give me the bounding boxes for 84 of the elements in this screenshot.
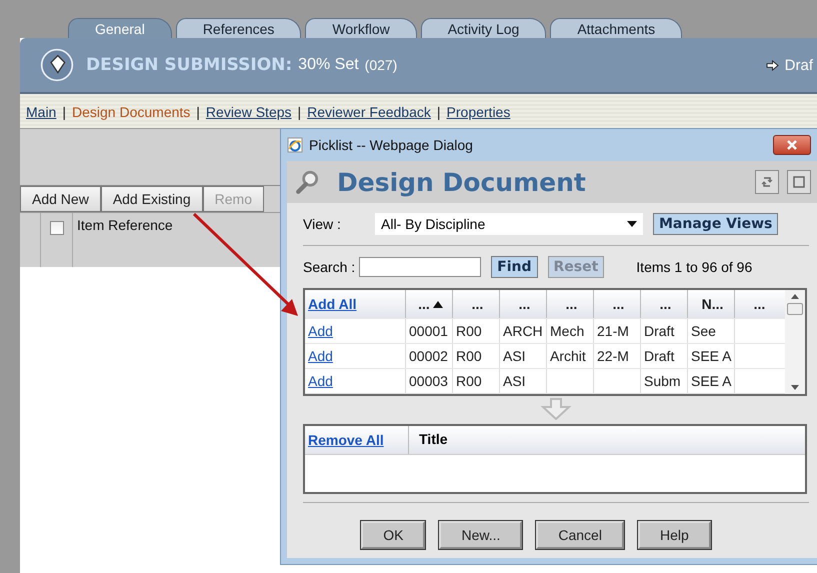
record-subtitle: 30% Set: [298, 56, 359, 74]
dialog-button[interactable]: New...: [439, 521, 522, 549]
nav-link[interactable]: Reviewer Feedback: [307, 104, 431, 120]
status-label: Draf: [784, 56, 813, 74]
refresh-icon: [760, 175, 774, 189]
column-header[interactable]: ...: [499, 290, 546, 318]
scrollbar[interactable]: [785, 290, 805, 394]
table-cell: ASI: [499, 369, 546, 393]
table-cell: Draft: [640, 344, 687, 368]
separator: |: [62, 104, 66, 120]
find-button[interactable]: Find: [491, 256, 538, 278]
search-field[interactable]: [359, 257, 482, 277]
add-link[interactable]: Add: [305, 369, 405, 393]
nav-link[interactable]: Design Documents: [72, 104, 190, 120]
column-header[interactable]: N...: [687, 290, 734, 318]
table-cell: 00003: [405, 369, 452, 393]
table-cell: Draft: [640, 319, 687, 343]
scroll-up-icon[interactable]: [791, 294, 799, 299]
table-cell: Subm: [640, 369, 687, 393]
column-header[interactable]: ...: [405, 290, 452, 318]
dialog-button[interactable]: Help: [638, 521, 711, 549]
tab[interactable]: Activity Log: [420, 18, 546, 38]
sort-ascending-icon: [432, 300, 443, 308]
refresh-button[interactable]: [755, 170, 779, 194]
view-label: View :: [303, 216, 342, 232]
separator: |: [436, 104, 441, 120]
table-cell: Archit: [546, 344, 593, 368]
scroll-thumb[interactable]: [787, 303, 803, 315]
document-icon: [40, 48, 74, 82]
maximize-button[interactable]: [787, 170, 811, 194]
dropdown-caret-icon: [627, 221, 637, 227]
column-header[interactable]: ...: [640, 290, 687, 318]
table-cell: 00001: [405, 319, 452, 343]
maximize-icon: [792, 175, 806, 189]
add-link[interactable]: Add: [305, 344, 405, 368]
table-cell: See: [687, 319, 734, 343]
search-icon: [295, 169, 321, 195]
checkbox[interactable]: [50, 221, 64, 235]
add-all-link[interactable]: Add All: [305, 290, 405, 318]
tab[interactable]: References: [176, 18, 302, 38]
table-cell: SEE A: [687, 369, 734, 393]
dialog-button[interactable]: Cancel: [536, 521, 624, 549]
column-header[interactable]: ...: [593, 290, 640, 318]
tab[interactable]: Workflow: [305, 18, 417, 38]
record-title: DESIGN SUBMISSION:: [86, 55, 292, 75]
table-cell: ASI: [499, 344, 546, 368]
table-cell: Mech: [546, 319, 593, 343]
nav-link[interactable]: Review Steps: [206, 104, 292, 120]
view-dropdown[interactable]: All- By Discipline: [375, 213, 643, 235]
arrow-icon: [766, 60, 779, 70]
down-arrow-icon: [541, 398, 571, 420]
column-header: Item Reference: [76, 216, 174, 235]
close-button[interactable]: [773, 135, 811, 155]
manage-views-button[interactable]: Manage Views: [653, 213, 778, 235]
separator: |: [298, 104, 302, 120]
dialog-heading: Design Document: [337, 168, 586, 196]
table-cell: R00: [452, 319, 499, 343]
toolbar-button[interactable]: Add Existing: [100, 186, 203, 212]
scroll-down-icon[interactable]: [791, 385, 799, 390]
item-count: Items 1 to 96 of 96: [636, 259, 752, 275]
nav-link[interactable]: Main: [26, 104, 56, 120]
column-header: Title: [418, 430, 449, 449]
column-header[interactable]: ...: [734, 290, 781, 318]
table-cell: 00002: [405, 344, 452, 368]
browser-icon: [287, 137, 303, 153]
tab[interactable]: Attachments: [550, 18, 682, 38]
separator: |: [196, 104, 200, 120]
record-code: (027): [364, 57, 398, 73]
column-header[interactable]: ...: [546, 290, 593, 318]
table-cell: SEE A: [687, 344, 734, 368]
table-cell: 21-M: [593, 319, 640, 343]
table-cell: 22-M: [593, 344, 640, 368]
column-header[interactable]: ...: [452, 290, 499, 318]
close-icon: [786, 139, 798, 151]
table-cell: R00: [452, 369, 499, 393]
remove-all-link[interactable]: Remove All: [305, 426, 409, 454]
nav-link[interactable]: Properties: [446, 104, 510, 120]
table-cell: R00: [452, 344, 499, 368]
dialog-title: Picklist -- Webpage Dialog: [309, 137, 473, 153]
dialog-button[interactable]: OK: [361, 521, 426, 549]
toolbar-button[interactable]: Add New: [20, 186, 101, 212]
table-cell: ARCH: [499, 319, 546, 343]
search-label: Search :: [303, 259, 356, 275]
add-link[interactable]: Add: [305, 319, 405, 343]
